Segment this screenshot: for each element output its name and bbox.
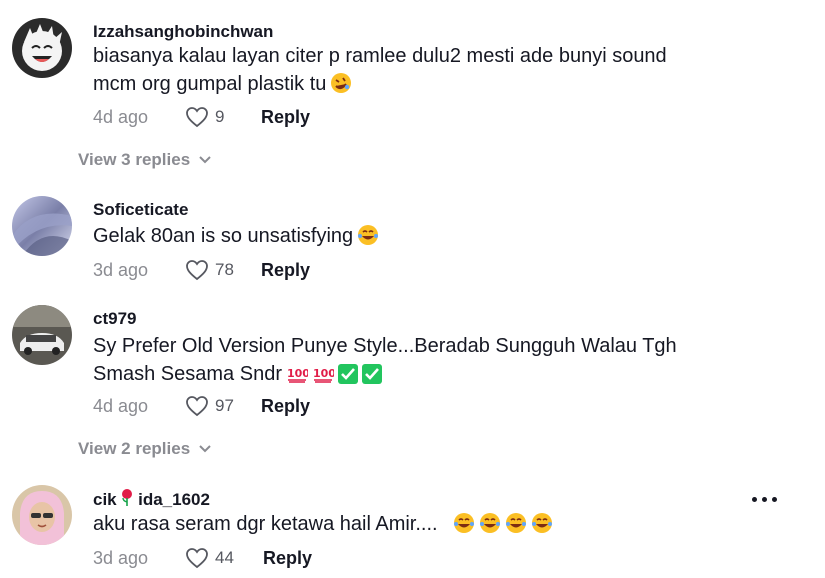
view-replies-label: View 2 replies bbox=[78, 439, 191, 458]
heart-icon bbox=[186, 107, 208, 128]
heart-icon bbox=[186, 548, 208, 569]
like-count: 78 bbox=[215, 260, 234, 279]
rose-icon bbox=[121, 489, 133, 512]
comment-meta: 3d ago 78 Reply bbox=[93, 257, 310, 283]
check-mark-emoji-icon bbox=[337, 364, 358, 392]
avatar[interactable] bbox=[12, 18, 72, 78]
chevron-down-icon bbox=[199, 445, 211, 453]
like-button[interactable]: 9 bbox=[185, 106, 261, 128]
tears-of-joy-emoji-icon bbox=[479, 512, 501, 542]
comment-time: 3d ago bbox=[93, 547, 149, 568]
like-count: 97 bbox=[215, 396, 234, 415]
comment-text: Gelak 80an is so unsatisfying bbox=[93, 222, 703, 254]
view-replies-label: View 3 replies bbox=[78, 150, 191, 169]
username-suffix: ida_1602 bbox=[138, 490, 210, 509]
comment-time: 4d ago bbox=[93, 395, 149, 416]
rolling-laughing-emoji-icon bbox=[330, 72, 352, 102]
svg-text:100: 100 bbox=[313, 367, 334, 380]
check-mark-emoji-icon bbox=[361, 364, 382, 392]
like-button[interactable]: 78 bbox=[185, 259, 261, 281]
comment-text-line: Smash Sesama Sndr bbox=[93, 363, 282, 385]
comment-time: 4d ago bbox=[93, 106, 149, 127]
comment-meta: 3d ago 44 Reply bbox=[93, 545, 312, 571]
reply-button[interactable]: Reply bbox=[261, 260, 310, 281]
reply-button[interactable]: Reply bbox=[263, 548, 312, 569]
svg-text:100: 100 bbox=[287, 367, 308, 380]
dot bbox=[762, 497, 767, 502]
like-button[interactable]: 44 bbox=[185, 547, 261, 569]
avatar[interactable] bbox=[12, 485, 72, 545]
comment-username[interactable]: Izzahsanghobinchwan bbox=[93, 22, 273, 42]
comment-text-line: aku rasa seram dgr ketawa hail Amir.... bbox=[93, 513, 438, 535]
comment-text-line: Sy Prefer Old Version Punye Style...Bera… bbox=[93, 335, 677, 357]
more-options-icon[interactable] bbox=[752, 497, 777, 502]
reply-button[interactable]: Reply bbox=[261, 396, 310, 417]
comment-text-line: mcm org gumpal plastik tu bbox=[93, 73, 327, 95]
tears-of-joy-emoji-icon bbox=[357, 224, 379, 254]
comment-text: aku rasa seram dgr ketawa hail Amir.... bbox=[93, 510, 703, 542]
comment-meta: 4d ago 97 Reply bbox=[93, 393, 310, 419]
hundred-points-emoji-icon: 100 bbox=[286, 364, 310, 392]
comment-meta: 4d ago 9 Reply bbox=[93, 104, 310, 130]
comment-text: biasanya kalau layan citer p ramlee dulu… bbox=[93, 42, 703, 102]
chevron-down-icon bbox=[199, 156, 211, 164]
comment-username[interactable]: cik ida_1602 bbox=[93, 489, 210, 512]
avatar[interactable] bbox=[12, 305, 72, 365]
comment-text-line: biasanya kalau layan citer p ramlee dulu… bbox=[93, 45, 667, 67]
dot bbox=[752, 497, 757, 502]
tears-of-joy-emoji-icon bbox=[531, 512, 553, 542]
comment-username[interactable]: ct979 bbox=[93, 309, 136, 329]
username-prefix: cik bbox=[93, 490, 117, 509]
comment-text-line: Gelak 80an is so unsatisfying bbox=[93, 225, 354, 247]
heart-icon bbox=[186, 396, 208, 417]
view-replies-button[interactable]: View 2 replies bbox=[78, 439, 212, 459]
like-count: 44 bbox=[215, 548, 234, 567]
comment-username[interactable]: Soficeticate bbox=[93, 200, 188, 220]
reply-button[interactable]: Reply bbox=[261, 107, 310, 128]
view-replies-button[interactable]: View 3 replies bbox=[78, 150, 212, 170]
comment-time: 3d ago bbox=[93, 259, 149, 280]
heart-icon bbox=[186, 260, 208, 281]
avatar[interactable] bbox=[12, 196, 72, 256]
tears-of-joy-emoji-icon bbox=[453, 512, 475, 542]
comment-text: Sy Prefer Old Version Punye Style...Bera… bbox=[93, 332, 703, 392]
dot bbox=[772, 497, 777, 502]
hundred-points-emoji-icon: 100 bbox=[312, 364, 336, 392]
tears-of-joy-emoji-icon bbox=[505, 512, 527, 542]
like-count: 9 bbox=[215, 107, 225, 126]
like-button[interactable]: 97 bbox=[185, 395, 261, 417]
